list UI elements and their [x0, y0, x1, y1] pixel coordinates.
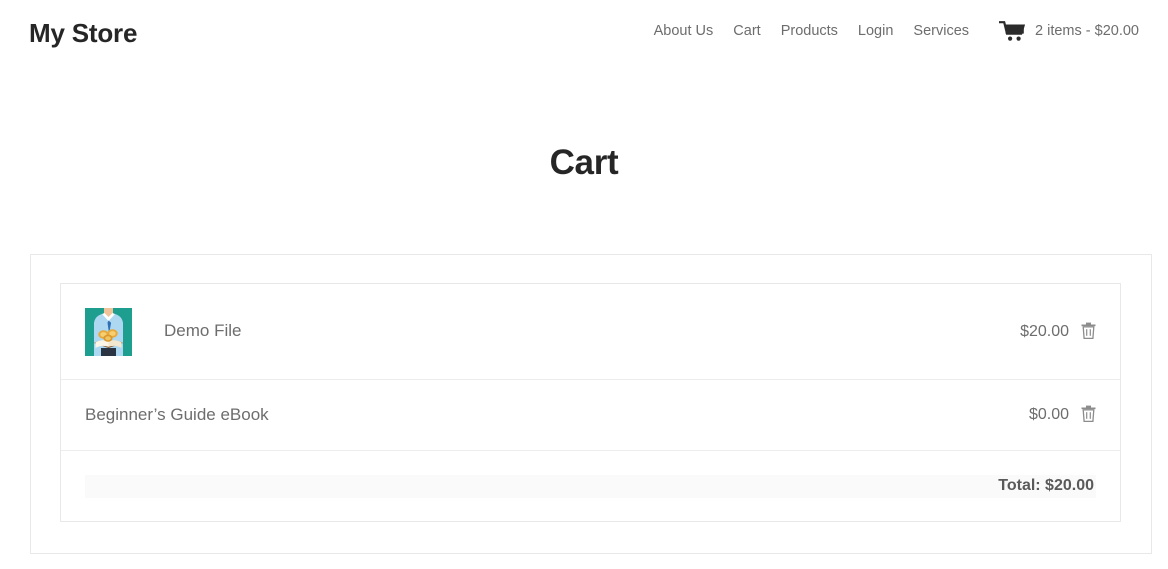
- cart-items-table: Demo File $20.00 Beginner’s Guide eBook …: [60, 283, 1121, 522]
- cart-item-row[interactable]: Beginner’s Guide eBook $0.00: [61, 380, 1120, 451]
- nav-item-login[interactable]: Login: [848, 24, 903, 39]
- nav-item-services[interactable]: Services: [903, 24, 979, 39]
- site-header: My Store About Us Cart Products Login Se…: [0, 0, 1168, 63]
- remove-item-button[interactable]: [1080, 322, 1096, 342]
- primary-navigation: About Us Cart Products Login Services 2 …: [654, 20, 1139, 44]
- remove-item-button[interactable]: [1080, 405, 1096, 425]
- cart-item-price: $20.00: [1020, 322, 1069, 340]
- cart-item-actions: $20.00: [1020, 322, 1096, 342]
- cart-widget[interactable]: 2 items - $20.00: [998, 20, 1139, 44]
- cart-section: Demo File $20.00 Beginner’s Guide eBook …: [30, 254, 1152, 554]
- nav-item-products[interactable]: Products: [771, 24, 848, 39]
- cart-item-name[interactable]: Beginner’s Guide eBook: [85, 404, 1029, 426]
- page-title: Cart: [549, 143, 619, 182]
- cart-summary-text: 2 items - $20.00: [1035, 23, 1139, 40]
- page-title-block: Cart: [0, 63, 1168, 184]
- shopping-cart-icon: [998, 20, 1026, 44]
- nav-item-cart[interactable]: Cart: [723, 24, 770, 39]
- cart-total-band: Total: $20.00: [85, 474, 1096, 498]
- site-brand[interactable]: My Store: [29, 20, 137, 46]
- cart-item-name[interactable]: Demo File: [164, 320, 1020, 342]
- cart-item-row[interactable]: Demo File $20.00: [61, 284, 1120, 380]
- cart-item-price: $0.00: [1028, 406, 1069, 423]
- trash-icon: [1081, 405, 1096, 425]
- cart-item-actions: $0.00: [1028, 405, 1096, 425]
- cart-total-label: Total: $20.00: [998, 477, 1094, 494]
- product-thumbnail-image: [85, 307, 132, 356]
- trash-icon: [1081, 322, 1096, 342]
- cart-total-row: Total: $20.00: [61, 451, 1120, 521]
- nav-item-about-us[interactable]: About Us: [654, 24, 724, 39]
